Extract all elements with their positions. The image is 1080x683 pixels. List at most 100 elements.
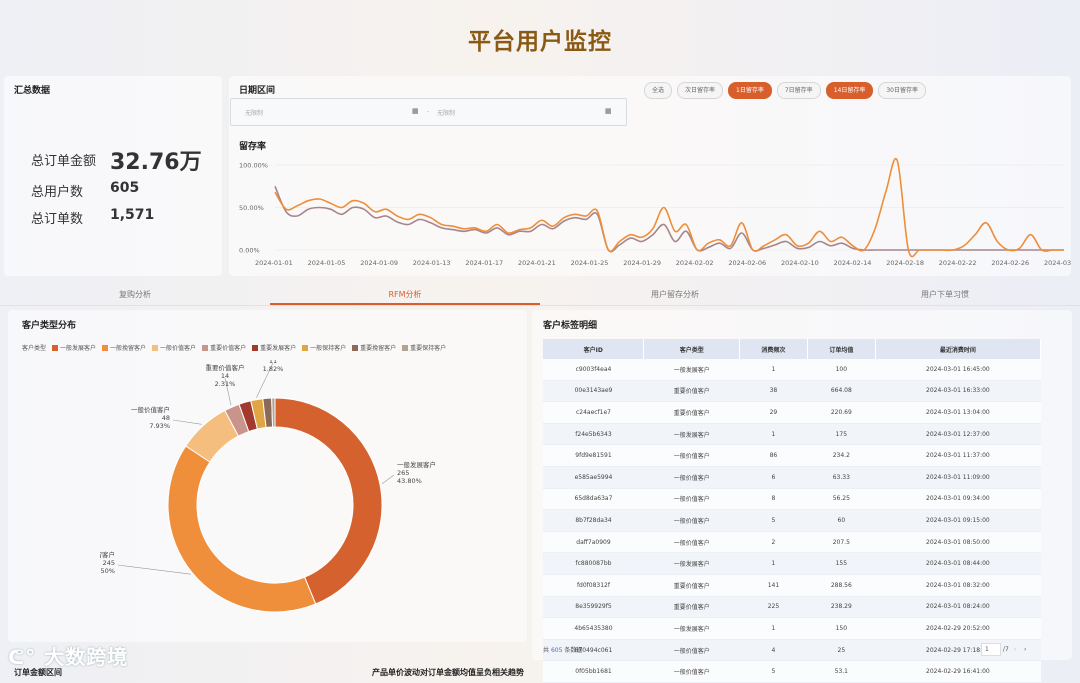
legend-swatch [252,344,259,351]
page-input[interactable]: 1 [981,643,1001,656]
tab-item[interactable]: 用户下单习惯 [810,285,1080,305]
legend-title: 客户类型 [22,345,47,352]
legend-label: 一般挽留客户 [110,345,147,352]
calendar-icon[interactable]: ▦ [605,107,612,115]
table-header-cell[interactable]: 客户类型 [643,339,740,359]
next-page-icon[interactable]: › [1024,646,1026,653]
legend-item[interactable]: 重要保持客户 [402,343,446,352]
table-row[interactable]: c9003f4ea4 一般发展客户 1 100 2024-03-01 16:45:00 [543,359,1041,381]
donut-label-line [117,564,191,575]
watermark-logo-icon: ᕦ° [8,645,37,669]
table-row[interactable]: fd0f08312f 重要价值客户 141 288.56 2024-03-01 08:3… [543,574,1041,597]
donut-label: 一般价值客户 [131,405,170,414]
date-separator: - [427,108,430,115]
table-row[interactable]: 9fd9e81591 一般价值客户 86 234.2 2024-03-01 11:37:… [543,444,1041,467]
donut-label: 7.93% [149,422,170,430]
table-row[interactable]: f24e5b6343 一般发展客户 1 175 2024-03-01 12:37:00 [543,423,1041,446]
tab-item[interactable]: RFM分析 [270,285,540,305]
total-pages: /7 [1002,646,1009,653]
start-date-input[interactable]: 无限制 [245,108,263,117]
table-cell: 288.56 [807,574,876,597]
table-row[interactable]: e585ae5994 一般价值客户 6 63.33 2024-03-01 11:09:0… [543,466,1041,489]
table-cell: 2024-03-01 08:24:00 [875,596,1041,619]
table-cell: 150 [807,617,876,640]
table-cell: 5 [739,660,808,683]
legend-item[interactable]: 一般挽留客户 [102,343,146,352]
legend-label: 一般价值客户 [160,345,197,352]
legend-item[interactable]: 一般价值客户 [152,343,196,352]
table-row[interactable]: 8e359929f5 重要价值客户 225 238.29 2024-03-01 08:2… [543,596,1041,619]
retention-filter-pill[interactable]: 1日留存率 [728,82,772,99]
table-cell: 00e3143ae9 [543,380,644,403]
watermark-text: 大数跨境 [44,645,129,669]
table-cell: fd0f08312f [543,574,644,597]
table-cell: 65d8da63a7 [543,488,644,511]
table-cell: 9fd9e81591 [543,444,644,467]
pie-legend: 客户类型 一般发展客户 一般挽留客户 一般价值客户 重要价值客户 重要发展客户 一般保持客… [22,343,452,352]
retention-filter-pill[interactable]: 30日留存率 [878,82,926,99]
x-tick-label: 2024-02-22 [939,259,977,267]
table-cell: fc880087bb [543,552,644,575]
donut-label: 48 [162,414,170,422]
table-row[interactable]: c24aecf1e7 重要价值客户 29 220.69 2024-03-01 13:04… [543,401,1041,424]
retention-filter-pill[interactable]: 全选 [644,82,673,99]
kpi-value-users: 605 [110,180,140,196]
table-cell: 100 [807,359,876,381]
tab-item[interactable]: 复购分析 [0,285,270,305]
donut-label: 1.82% [263,365,284,373]
y-tick-label: 100.00% [239,162,268,170]
donut-label: 14 [221,372,229,380]
retention-filter-pill[interactable]: 7日留存率 [776,82,821,99]
legend-swatch [152,344,159,351]
table-header-cell[interactable]: 消费频次 [739,339,808,359]
pagination: 1 /7 ‹ › [981,643,1026,656]
table-header-cell[interactable]: 最近消费时间 [875,339,1042,359]
table-header-cell[interactable]: 客户ID [543,339,645,359]
table-row[interactable]: daff7a0909 一般价值客户 2 207.5 2024-03-01 08:50:0… [543,531,1041,554]
legend-item[interactable]: 重要挽留客户 [352,343,396,352]
kpi-label-users: 总用户数 [31,185,84,200]
date-range-picker[interactable]: 无限制 ▦ - 无限制 ▦ [230,98,627,126]
customer-table: 客户ID 客户类型 消费频次 订单均值 最近消费时间 c9003f4ea4 一般发展客户 1… [543,339,1042,683]
table-row[interactable]: 8b7f28da34 一般价值客户 5 60 2024-03-01 09:15:00 [543,509,1041,532]
x-tick-label: 2024-01-05 [308,259,346,267]
table-header-cell[interactable]: 订单均值 [807,339,876,359]
table-cell: 220.69 [807,401,876,424]
legend-item[interactable]: 重要价值客户 [202,343,246,352]
table-row[interactable]: 0f05bb1681 一般价值客户 5 53.1 2024-02-29 16:41:00 [543,660,1041,683]
table-row[interactable]: fc880087bb 一般发展客户 1 155 2024-03-01 08:44:00 [543,552,1041,575]
legend-item[interactable]: 重要发展客户 [252,343,296,352]
calendar-icon[interactable]: ▦ [412,107,419,115]
watermark: ᕦ° 大数跨境 [8,641,128,670]
table-row[interactable]: 670494c061 一般价值客户 4 25 2024-02-29 17:18:00 [543,639,1041,662]
total-count: 605 [550,647,563,654]
table-cell: 141 [739,574,808,597]
table-row[interactable]: 65d8da63a7 一般价值客户 8 56.25 2024-03-01 09:34:0… [543,488,1041,511]
table-cell: 2024-02-29 20:52:00 [875,617,1041,640]
table-cell: 0f05bb1681 [543,660,644,683]
retention-line-chart: 100.00% 50.00% 0.00% 2024-01-01 2024-01-05 20… [239,157,1071,267]
donut-slice[interactable] [274,397,383,605]
table-cell: 2024-03-01 08:50:00 [875,531,1041,554]
end-date-input[interactable]: 无限制 [437,108,455,117]
donut-slice[interactable] [167,445,317,613]
prev-page-icon[interactable]: ‹ [1014,646,1016,653]
donut-label: 一般挽留客户 [100,550,115,559]
retention-filter-pill[interactable]: 14日留存率 [825,82,874,99]
retention-filter-group: 全选 次日留存率 1日留存率 7日留存率 14日留存率 30日留存率 [644,77,931,99]
table-row[interactable]: 00e3143ae9 重要价值客户 38 664.08 2024-03-01 16:33… [543,380,1041,403]
donut-label: 245 [103,559,115,567]
donut-label: 43.80% [397,477,422,485]
x-tick-label: 2024-02-14 [834,259,872,267]
table-row[interactable]: 4b65435380 一般发展客户 1 150 2024-02-29 20:52:00 [543,617,1041,640]
legend-item[interactable]: 一般保持客户 [302,343,346,352]
donut-slice[interactable] [271,397,276,428]
table-cell: 2 [739,531,808,554]
table-cell: 238.29 [807,596,876,619]
legend-item[interactable]: 一般发展客户 [52,343,96,352]
table-cell: 1 [739,552,808,575]
retention-filter-pill[interactable]: 次日留存率 [677,82,724,99]
table-cell: 2024-03-01 13:04:00 [875,401,1041,424]
tab-item[interactable]: 用户留存分析 [540,285,810,305]
legend-label: 一般发展客户 [60,345,97,352]
